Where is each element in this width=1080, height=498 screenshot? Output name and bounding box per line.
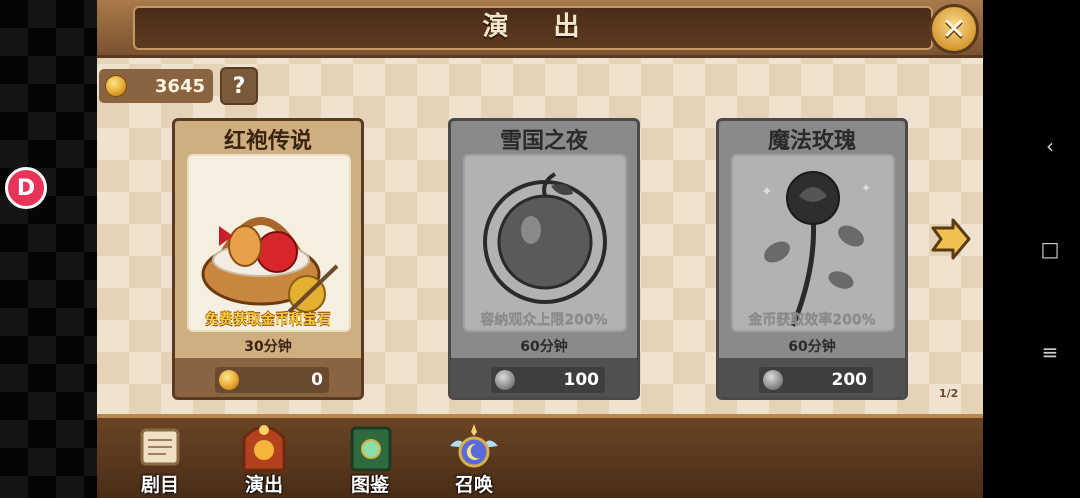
next-page-arrow-icon[interactable] <box>929 218 971 260</box>
card-duration: 60分钟 <box>520 339 568 355</box>
scroll-icon <box>132 420 188 476</box>
cost-box: 0 <box>215 367 329 393</box>
nav-label: 召唤 <box>454 474 493 496</box>
system-home-button[interactable]: □ <box>1036 235 1064 263</box>
nav-label: 剧目 <box>140 474 179 496</box>
cost-value: 100 <box>563 370 600 390</box>
card-description: 免费获取金币和宝石 <box>205 312 331 328</box>
coin-balance: 3645 <box>99 69 213 103</box>
card-title: 雪国之夜 <box>499 129 588 154</box>
floating-assistant-icon[interactable]: D <box>5 167 47 209</box>
coin-icon <box>219 370 239 390</box>
title-bar: 演 出 ✕ <box>97 0 983 58</box>
cost-value: 200 <box>831 370 868 390</box>
stage-icon <box>236 420 292 476</box>
page-indicator: 1/2 <box>939 387 959 400</box>
book-icon <box>342 420 398 476</box>
nav-tab-performance[interactable]: 演出 <box>221 420 307 498</box>
show-card-magic-rose[interactable]: 魔法玫瑰 ✦ ✦ 金币获取效率200% 60分钟 200 <box>716 118 908 400</box>
coin-icon <box>495 370 515 390</box>
card-title: 红袍传说 <box>223 129 312 154</box>
close-button[interactable]: ✕ <box>929 4 979 54</box>
rose-icon: ✦ ✦ <box>731 154 895 332</box>
card-footer: 200 <box>719 358 905 397</box>
summon-orb-icon <box>446 420 502 476</box>
nav-tab-collection[interactable]: 图鉴 <box>327 420 413 498</box>
coin-value: 3645 <box>154 75 205 97</box>
left-bezel <box>0 0 97 498</box>
coin-icon <box>763 370 783 390</box>
card-duration: 60分钟 <box>788 339 836 355</box>
svg-text:✦: ✦ <box>761 184 773 200</box>
nav-tab-repertoire[interactable]: 剧目 <box>117 420 203 498</box>
cost-box: 200 <box>759 367 873 393</box>
coin-icon <box>105 75 127 97</box>
close-icon: ✕ <box>941 11 967 47</box>
cost-value: 0 <box>311 370 323 390</box>
apple-icon <box>463 154 627 332</box>
help-button[interactable]: ? <box>220 67 258 105</box>
game-screen: 演 出 ✕ 3645 ? 红袍传说 免费获取金币和宝石 30分钟 0 雪国之夜 … <box>97 0 983 498</box>
show-card-snow-night[interactable]: 雪国之夜 容纳观众上限200% 60分钟 100 <box>448 118 640 400</box>
card-footer: 0 <box>175 358 361 397</box>
basket-icon <box>187 154 351 332</box>
system-back-button[interactable]: ‹ <box>1036 132 1064 160</box>
card-footer: 100 <box>451 358 637 397</box>
svg-text:✦: ✦ <box>861 181 871 195</box>
card-title: 魔法玫瑰 <box>767 129 856 154</box>
card-description: 容纳观众上限200% <box>480 312 608 328</box>
nav-label: 图鉴 <box>350 474 389 496</box>
card-duration: 30分钟 <box>244 339 292 355</box>
show-card-red-robe[interactable]: 红袍传说 免费获取金币和宝石 30分钟 0 <box>172 118 364 400</box>
right-bezel <box>983 0 1080 498</box>
card-description: 金币获取效率200% <box>748 312 876 328</box>
nav-tab-summon[interactable]: 召唤 <box>431 420 517 498</box>
system-menu-button[interactable]: ≡ <box>1036 338 1064 366</box>
cost-box: 100 <box>491 367 605 393</box>
nav-label: 演出 <box>244 474 283 496</box>
page-title: 演 出 <box>482 12 598 42</box>
